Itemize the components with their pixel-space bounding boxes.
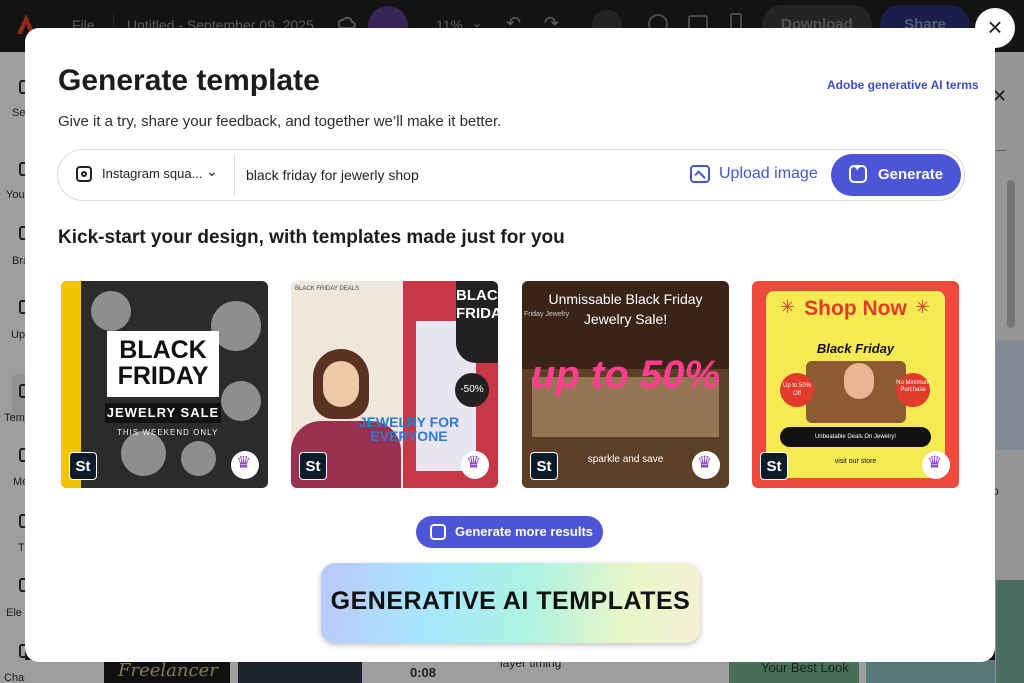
upload-image-button[interactable]: Upload image xyxy=(690,162,820,188)
section-heading: Kick-start your design, with templates m… xyxy=(58,227,565,248)
upload-image-label: Upload image xyxy=(719,165,818,182)
generate-more-results-label: Generate more results xyxy=(455,524,594,539)
offer-badge: No Minimum Purchase xyxy=(896,373,930,407)
bokeh-decoration xyxy=(91,291,131,331)
adobe-stock-badge: St xyxy=(69,452,97,480)
premium-crown-icon xyxy=(922,451,950,479)
chevron-down-icon: ⌄ xyxy=(206,163,218,179)
modal-subtitle: Give it a try, share your feedback, and … xyxy=(58,113,502,130)
generate-button[interactable]: Generate xyxy=(831,154,961,196)
offer-badge: Up to 50% Off xyxy=(780,373,814,407)
adobe-stock-badge: St xyxy=(299,452,327,480)
template-small-text: BLACK FRIDAY DEALS xyxy=(295,286,360,292)
template-big-text: up to 50% xyxy=(531,353,720,397)
woman-photo xyxy=(323,361,359,407)
generate-more-results-button[interactable]: Generate more results xyxy=(416,516,603,548)
template-small-text: THIS WEEKEND ONLY xyxy=(117,428,219,437)
premium-crown-icon xyxy=(692,451,720,479)
format-dropdown-label: Instagram squa... xyxy=(102,166,203,181)
sparkle-icon xyxy=(430,524,446,540)
template-headline: BLACK FRIDAY xyxy=(117,336,209,390)
image-upload-icon xyxy=(690,165,710,183)
template-pill-text: Unbeatable Deals On Jewelry! xyxy=(780,427,931,447)
template-card[interactable]: Friday Jewelry Unmissable Black Friday J… xyxy=(522,281,729,488)
bokeh-decoration xyxy=(181,441,216,476)
close-modal-button[interactable]: × xyxy=(975,8,1015,48)
banner-text: GENERATIVE AI TEMPLATES xyxy=(330,587,691,615)
premium-crown-icon xyxy=(231,451,259,479)
template-subheadline: Black Friday xyxy=(816,341,895,356)
generate-button-label: Generate xyxy=(878,166,944,183)
modal-title: Generate template xyxy=(58,64,320,97)
template-card[interactable]: ✳ ✳ Shop Now Black Friday Up to 50% Off … xyxy=(752,281,959,488)
template-sign: BLACK FRIDAY xyxy=(456,281,498,363)
adobe-stock-badge: St xyxy=(760,452,788,480)
discount-badge: -50% xyxy=(455,373,489,407)
template-headline: Unmissable Black Friday Jewelry Sale! xyxy=(548,291,703,327)
template-ribbon: JEWELRY SALE xyxy=(105,403,221,423)
sparkle-icon xyxy=(849,163,867,183)
template-headline: Shop Now xyxy=(804,297,907,320)
prompt-input[interactable] xyxy=(246,162,666,188)
ai-terms-link[interactable]: Adobe generative AI terms xyxy=(827,78,979,92)
prompt-bar: Instagram squa... ⌄ Upload image Generat… xyxy=(57,149,965,201)
template-headline: JEWELRY FOR EVERYONE xyxy=(358,414,460,444)
premium-crown-icon xyxy=(461,451,489,479)
woman-photo xyxy=(844,363,874,399)
bokeh-decoration xyxy=(121,431,166,476)
bokeh-decoration xyxy=(221,381,261,421)
template-card[interactable]: BLACK FRIDAY JEWELRY SALE THIS WEEKEND O… xyxy=(61,281,268,488)
adobe-stock-badge: St xyxy=(530,452,558,480)
template-card[interactable]: BLACK FRIDAY -50% BLACK FRIDAY DEALS JEW… xyxy=(291,281,498,488)
format-dropdown[interactable]: Instagram squa... ⌄ xyxy=(74,162,224,188)
headline-card: BLACK FRIDAY xyxy=(107,331,219,397)
generative-ai-banner: GENERATIVE AI TEMPLATES xyxy=(321,563,700,643)
generate-template-modal: Generate template Adobe generative AI te… xyxy=(25,28,995,662)
instagram-icon xyxy=(76,166,92,182)
prompt-divider xyxy=(234,154,235,196)
